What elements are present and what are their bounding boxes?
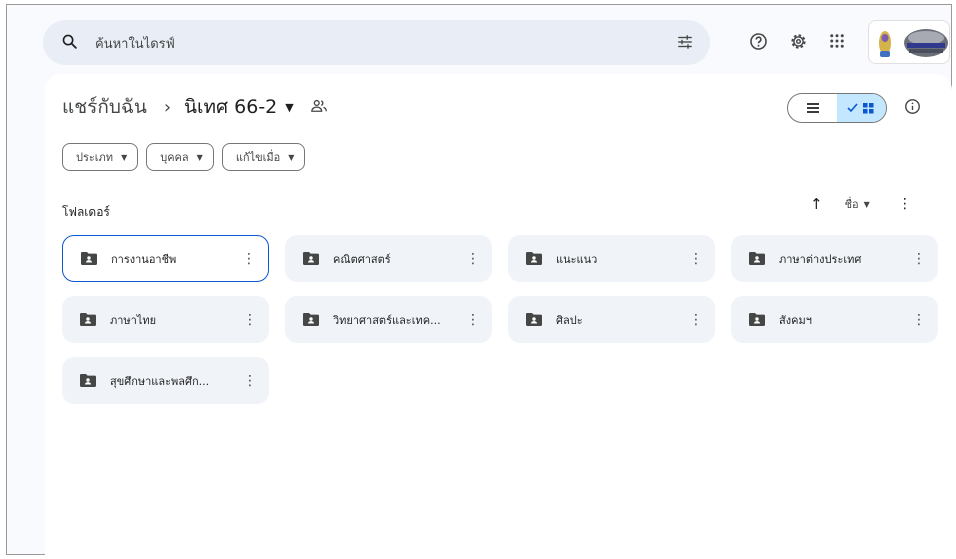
folder-item[interactable]: ภาษาไทย ⋮ — [62, 296, 269, 343]
main-content: แชร์กับฉัน › นิเทศ 66-2 ▼ ประเภท ▼ บุคคล… — [45, 74, 952, 555]
folder-name: คณิตศาสตร์ — [333, 252, 391, 266]
grid-view-button[interactable] — [837, 94, 886, 122]
search-icon[interactable] — [61, 33, 78, 54]
folder-menu-caret-icon[interactable]: ▼ — [285, 101, 293, 114]
shared-folder-icon — [310, 96, 328, 118]
folder-item[interactable]: ภาษาต่างประเทศ ⋮ — [731, 235, 938, 282]
shared-folder-icon — [81, 252, 97, 265]
shared-folder-icon — [303, 252, 319, 265]
folder-name: วิทยาศาสตร์และเทค... — [333, 313, 441, 327]
breadcrumb-current-folder[interactable]: นิเทศ 66-2 — [184, 92, 277, 122]
more-actions-icon[interactable]: ⋮ — [912, 251, 926, 267]
shared-folder-icon — [749, 313, 765, 326]
folder-name: แนะแนว — [556, 252, 598, 266]
more-actions-icon[interactable]: ⋮ — [242, 251, 256, 267]
sort-direction-arrow-icon[interactable]: ↑ — [810, 195, 823, 213]
more-actions-icon[interactable]: ⋮ — [243, 312, 257, 328]
filter-type-label: ประเภท — [76, 151, 114, 164]
dropdown-arrow-icon: ▼ — [288, 152, 295, 162]
folder-name: ภาษาไทย — [110, 313, 157, 327]
filter-people[interactable]: บุคคล ▼ — [146, 143, 214, 171]
more-options-icon[interactable]: ⋮ — [898, 196, 912, 212]
more-actions-icon[interactable]: ⋮ — [912, 312, 926, 328]
info-icon[interactable] — [904, 98, 921, 119]
view-toggle — [787, 93, 887, 123]
more-actions-icon[interactable]: ⋮ — [689, 312, 703, 328]
breadcrumb-shared-with-me[interactable]: แชร์กับฉัน — [62, 92, 147, 122]
shared-folder-icon — [526, 252, 542, 265]
account-avatar[interactable] — [868, 20, 950, 64]
more-actions-icon[interactable]: ⋮ — [243, 373, 257, 389]
shared-folder-icon — [749, 252, 765, 265]
dropdown-arrow-icon: ▼ — [196, 152, 203, 162]
filter-modified-label: แก้ไขเมื่อ — [235, 151, 281, 164]
folder-item[interactable]: วิทยาศาสตร์และเทค... ⋮ — [285, 296, 492, 343]
search-input[interactable]: ค้นหาในไดรฟ์ — [95, 33, 175, 54]
check-icon — [846, 103, 858, 113]
filter-type[interactable]: ประเภท ▼ — [62, 143, 139, 171]
folder-item[interactable]: สังคมฯ ⋮ — [731, 296, 938, 343]
more-actions-icon[interactable]: ⋮ — [466, 251, 480, 267]
folder-item[interactable]: แนะแนว ⋮ — [508, 235, 715, 282]
shared-folder-icon — [526, 313, 542, 326]
folder-item[interactable]: คณิตศาสตร์ ⋮ — [285, 235, 492, 282]
more-actions-icon[interactable]: ⋮ — [689, 251, 703, 267]
filter-chips: ประเภท ▼ บุคคล ▼ แก้ไขเมื่อ ▼ — [62, 143, 306, 171]
section-title-folders: โฟลเดอร์ — [62, 205, 110, 219]
search-bar[interactable]: ค้นหาในไดรฟ์ — [43, 20, 710, 65]
shared-folder-icon — [303, 313, 319, 326]
sort-by-label[interactable]: ชื่อ — [845, 195, 859, 213]
apps-grid-icon[interactable] — [828, 32, 846, 54]
folder-name: ศิลปะ — [556, 313, 583, 327]
breadcrumb-separator: › — [163, 96, 172, 118]
school-emblem-icon — [879, 31, 891, 57]
filter-people-label: บุคคล — [160, 151, 189, 164]
school-photo-icon — [904, 29, 948, 57]
folder-name: สังคมฯ — [779, 313, 812, 327]
shared-folder-icon — [80, 374, 96, 387]
folder-grid: การงานอาชีพ ⋮ คณิตศาสตร์ ⋮ แนะแนว ⋮ ภาษา… — [62, 235, 938, 404]
shared-folder-icon — [80, 313, 96, 326]
folder-name: การงานอาชีพ — [111, 252, 177, 266]
dropdown-arrow-icon: ▼ — [121, 152, 128, 162]
folder-item[interactable]: การงานอาชีพ ⋮ — [62, 235, 269, 282]
help-icon[interactable] — [749, 32, 768, 55]
breadcrumb: แชร์กับฉัน › นิเทศ 66-2 ▼ — [62, 92, 328, 122]
folder-name: สุขศึกษาและพลศึก... — [110, 374, 210, 388]
tune-icon[interactable] — [676, 33, 694, 55]
sort-controls: ↑ ชื่อ ▼ ⋮ — [810, 195, 912, 213]
sort-dropdown-icon[interactable]: ▼ — [864, 200, 870, 209]
filter-modified[interactable]: แก้ไขเมื่อ ▼ — [221, 143, 306, 171]
folder-item[interactable]: ศิลปะ ⋮ — [508, 296, 715, 343]
grid-icon — [862, 103, 873, 114]
folder-name: ภาษาต่างประเทศ — [779, 252, 862, 266]
folder-item[interactable]: สุขศึกษาและพลศึก... ⋮ — [62, 357, 269, 404]
settings-icon[interactable] — [789, 32, 808, 55]
more-actions-icon[interactable]: ⋮ — [466, 312, 480, 328]
list-view-button[interactable] — [788, 94, 837, 122]
